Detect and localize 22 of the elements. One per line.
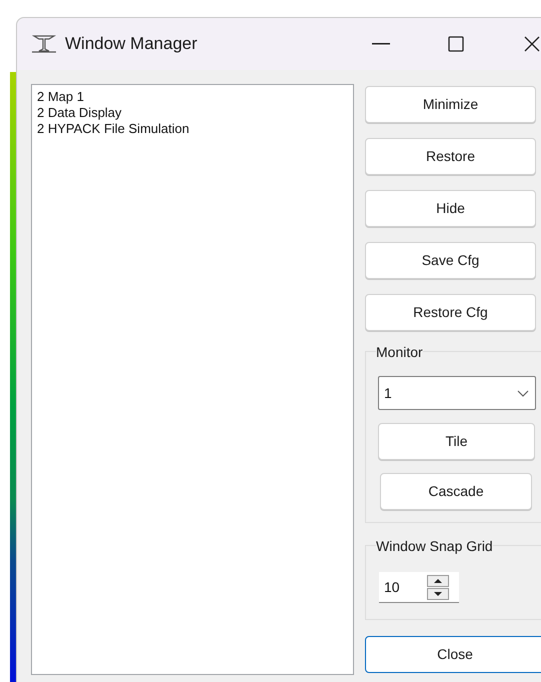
close-icon[interactable] xyxy=(524,36,540,52)
action-button[interactable]: Tile xyxy=(378,423,535,460)
snap-grid-spinner[interactable]: 10 xyxy=(379,572,459,603)
spin-up-icon[interactable] xyxy=(427,574,449,586)
window-title: Window Manager xyxy=(65,33,198,56)
close-button[interactable]: Close xyxy=(365,636,541,673)
spin-down-icon[interactable] xyxy=(427,588,449,600)
maximize-icon[interactable] xyxy=(448,36,464,52)
action-button[interactable]: Restore xyxy=(365,138,536,175)
app-icon xyxy=(31,34,57,54)
window-list[interactable]: 2 Map 1 2 Data Display 2 HYPACK File Simulation xyxy=(31,84,354,675)
action-button[interactable]: Minimize xyxy=(365,86,536,123)
monitor-dropdown[interactable]: 1 xyxy=(378,376,536,410)
action-button[interactable]: Save Cfg xyxy=(365,242,536,279)
chevron-down-icon xyxy=(517,390,529,396)
list-item[interactable]: 2 HYPACK File Simulation xyxy=(37,121,190,137)
list-item[interactable]: 2 Data Display xyxy=(37,105,122,121)
action-button[interactable]: Hide xyxy=(365,190,536,227)
list-item[interactable]: 2 Map 1 xyxy=(37,89,84,105)
minimize-icon[interactable] xyxy=(372,43,390,45)
action-button[interactable]: Cascade xyxy=(380,473,532,510)
action-button[interactable]: Restore Cfg xyxy=(365,294,536,331)
